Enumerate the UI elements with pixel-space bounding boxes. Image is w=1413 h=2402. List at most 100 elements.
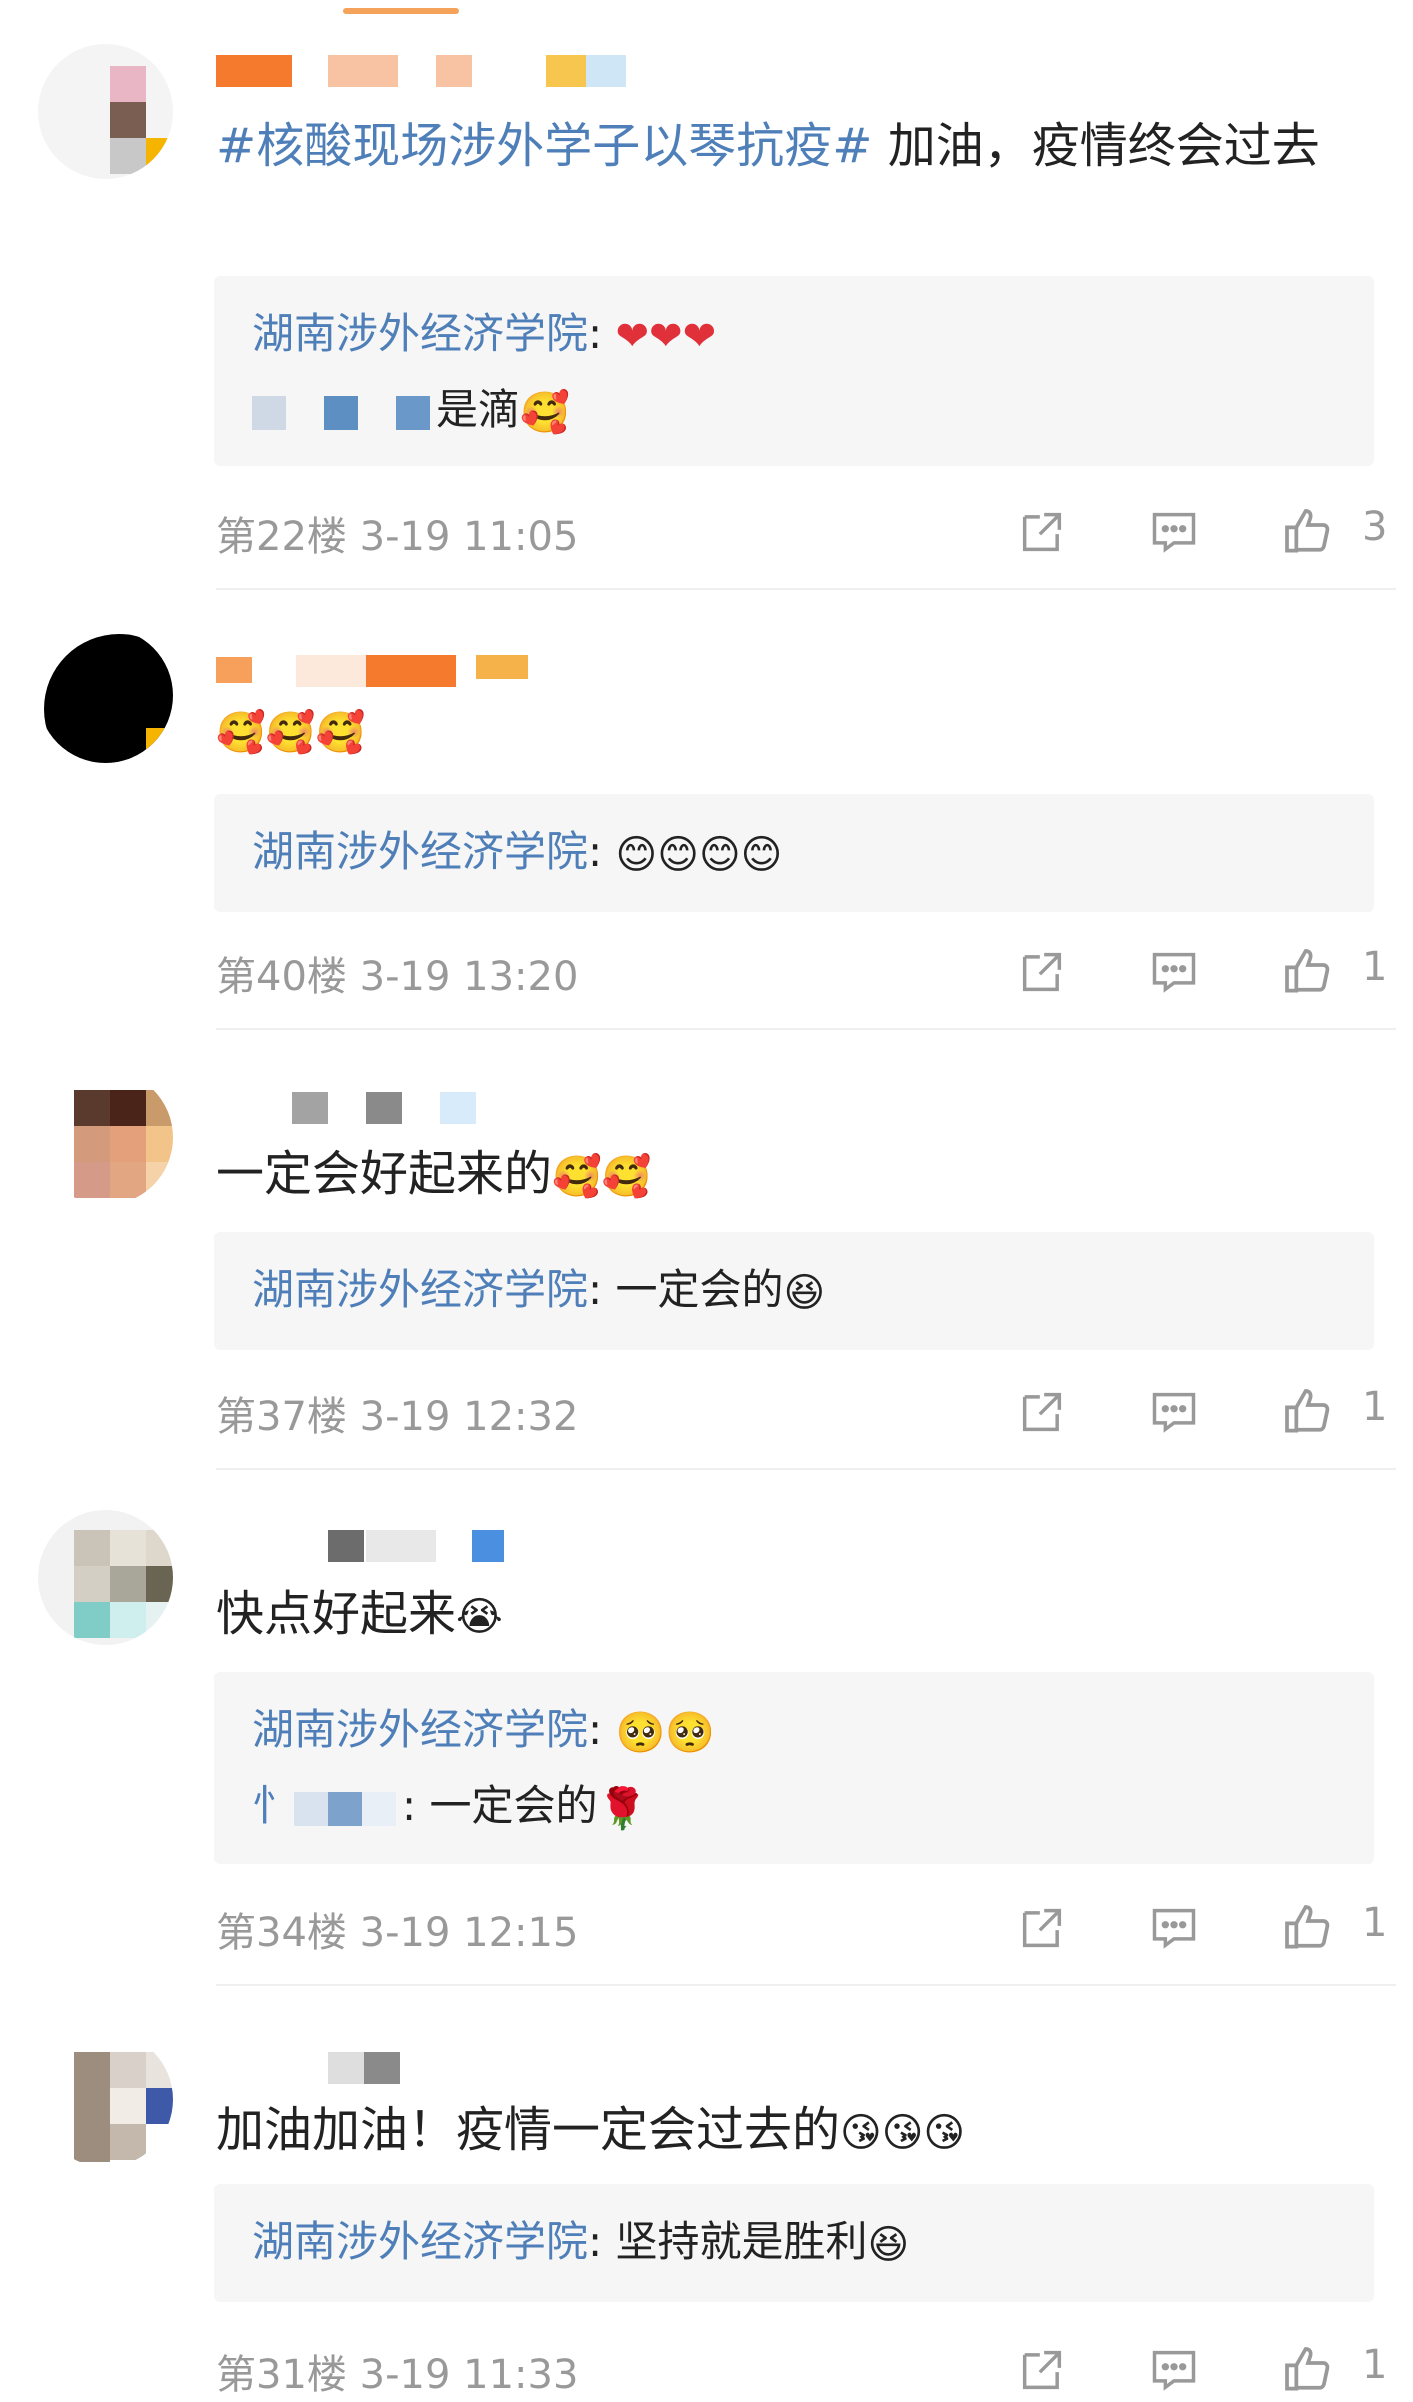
reply-line: 湖南涉外经济学院: 🥺🥺 bbox=[252, 1705, 716, 1756]
timestamp: 3-19 12:15 bbox=[359, 1910, 579, 1956]
floor-number: 第31楼 bbox=[216, 2352, 347, 2398]
comment-text: 加油加油！疫情一定会过去的😘😘😘 bbox=[216, 2102, 966, 2158]
thumbs-up-icon bbox=[1285, 509, 1330, 553]
reply-box[interactable]: 湖南涉外经济学院: 坚持就是胜利😆 bbox=[214, 2184, 1374, 2302]
reply-box[interactable]: 湖南涉外经济学院: ❤❤❤ 是滴🥰 bbox=[214, 276, 1374, 466]
like-button[interactable] bbox=[1276, 1896, 1340, 1960]
like-count: 1 bbox=[1362, 1900, 1388, 1946]
reply-box[interactable]: 湖南涉外经济学院: 😊😊😊😊 bbox=[214, 794, 1374, 912]
comment-button[interactable] bbox=[1142, 940, 1206, 1004]
avatar[interactable] bbox=[38, 44, 173, 179]
avatar[interactable] bbox=[38, 1510, 173, 1645]
avatar[interactable] bbox=[38, 2032, 173, 2167]
thumbs-up-icon bbox=[1285, 1905, 1330, 1949]
emoji: 😭 bbox=[456, 1594, 503, 1640]
comment-icon bbox=[1152, 952, 1196, 993]
comment-icon bbox=[1152, 1908, 1196, 1949]
share-icon bbox=[1022, 1392, 1062, 1432]
timestamp: 3-19 11:05 bbox=[359, 514, 579, 560]
emoji: 🌹 bbox=[597, 1785, 648, 1832]
share-icon bbox=[1022, 952, 1062, 992]
like-button[interactable] bbox=[1276, 940, 1340, 1004]
action-bar: 1 bbox=[1010, 2338, 1390, 2402]
scroll-indicator bbox=[343, 8, 459, 14]
thumbs-up-icon bbox=[1285, 2347, 1330, 2391]
divider bbox=[216, 1984, 1396, 1986]
floor-number: 第37楼 bbox=[216, 1394, 347, 1440]
emoji: 🥰 bbox=[265, 710, 316, 756]
reply-box[interactable]: 湖南涉外经济学院: 一定会的😆 bbox=[214, 1232, 1374, 1350]
reply-author[interactable]: 湖南涉外经济学院 bbox=[252, 1705, 588, 1754]
share-button[interactable] bbox=[1010, 1380, 1074, 1444]
thumbs-up-icon bbox=[1285, 1389, 1330, 1433]
reply-author[interactable]: 湖南涉外经济学院 bbox=[252, 1265, 588, 1314]
comment-meta: 第34楼 3-19 12:15 bbox=[216, 1900, 578, 1958]
username[interactable] bbox=[216, 1092, 516, 1128]
comment-icon bbox=[1152, 512, 1196, 553]
emoji: 😘 bbox=[840, 2110, 882, 2156]
reply-line: 湖南涉外经济学院: ❤❤❤ bbox=[252, 309, 717, 360]
comment-text: 快点好起来😭 bbox=[216, 1586, 503, 1642]
share-button[interactable] bbox=[1010, 500, 1074, 564]
like-button[interactable] bbox=[1276, 1380, 1340, 1444]
masked-name-block bbox=[324, 395, 358, 430]
emoji: 🥰 bbox=[601, 1154, 652, 1200]
reply-line: 湖南涉外经济学院: 坚持就是胜利😆 bbox=[252, 2217, 910, 2268]
emoji: 😘 bbox=[923, 2110, 966, 2156]
divider bbox=[216, 588, 1396, 590]
share-button[interactable] bbox=[1010, 940, 1074, 1004]
action-bar: 1 bbox=[1010, 940, 1390, 1004]
emoji: 🥰 bbox=[552, 1154, 602, 1200]
like-button[interactable] bbox=[1276, 2338, 1340, 2402]
masked-name-block bbox=[252, 395, 286, 430]
reply-line: 忄: 一定会的🌹 bbox=[252, 1781, 648, 1832]
action-bar: 1 bbox=[1010, 1896, 1390, 1960]
masked-name-block bbox=[294, 1791, 329, 1826]
like-count: 1 bbox=[1362, 944, 1388, 990]
reply-author[interactable]: 湖南涉外经济学院 bbox=[252, 827, 588, 876]
masked-name-block bbox=[328, 1791, 363, 1826]
comment-button[interactable] bbox=[1142, 1896, 1206, 1960]
emoji: 😊 bbox=[657, 831, 699, 878]
emoji: 😘 bbox=[881, 2110, 924, 2156]
masked-name-block bbox=[362, 1791, 397, 1826]
reply-mention[interactable]: 忄 bbox=[252, 1781, 294, 1830]
emoji: 🥺 bbox=[615, 1709, 666, 1756]
comment-button[interactable] bbox=[1142, 1380, 1206, 1444]
username[interactable] bbox=[216, 1530, 536, 1566]
timestamp: 3-19 12:32 bbox=[359, 1394, 579, 1440]
share-icon bbox=[1022, 512, 1062, 552]
emoji: 😊 bbox=[698, 831, 741, 878]
like-count: 1 bbox=[1362, 2342, 1388, 2388]
reply-line: 湖南涉外经济学院: 一定会的😆 bbox=[252, 1265, 826, 1316]
comment-button[interactable] bbox=[1142, 2338, 1206, 2402]
emoji: 😆 bbox=[783, 1269, 826, 1316]
comment-meta: 第40楼 3-19 13:20 bbox=[216, 944, 578, 1002]
comment-button[interactable] bbox=[1142, 500, 1206, 564]
emoji: 🥰 bbox=[216, 710, 266, 756]
avatar[interactable] bbox=[38, 628, 173, 763]
reply-box[interactable]: 湖南涉外经济学院: 🥺🥺 忄: 一定会的🌹 bbox=[214, 1672, 1374, 1864]
share-button[interactable] bbox=[1010, 1896, 1074, 1960]
heart-emoji: ❤ bbox=[615, 313, 650, 360]
action-bar: 3 bbox=[1010, 500, 1390, 564]
username[interactable] bbox=[216, 2052, 416, 2088]
avatar[interactable] bbox=[38, 1070, 173, 1205]
emoji: 🥰 bbox=[520, 389, 570, 436]
topic-link[interactable]: #核酸现场涉外学子以琴抗疫# bbox=[216, 118, 872, 174]
comment-icon bbox=[1152, 1392, 1196, 1433]
share-icon bbox=[1022, 1908, 1062, 1948]
divider bbox=[216, 1468, 1396, 1470]
username[interactable] bbox=[216, 55, 696, 91]
comment-text: #核酸现场涉外学子以琴抗疫# 加油，疫情终会过去 bbox=[216, 118, 1320, 174]
comment-meta: 第22楼 3-19 11:05 bbox=[216, 504, 578, 562]
share-button[interactable] bbox=[1010, 2338, 1074, 2402]
reply-author[interactable]: 湖南涉外经济学院 bbox=[252, 2217, 588, 2266]
comment-feed: #核酸现场涉外学子以琴抗疫# 加油，疫情终会过去 湖南涉外经济学院: ❤❤❤ 是… bbox=[0, 0, 1413, 2398]
share-icon bbox=[1022, 2350, 1062, 2390]
thumbs-up-icon bbox=[1285, 949, 1330, 993]
like-button[interactable] bbox=[1276, 500, 1340, 564]
floor-number: 第40楼 bbox=[216, 954, 347, 1000]
username[interactable] bbox=[216, 655, 536, 691]
reply-author[interactable]: 湖南涉外经济学院 bbox=[252, 309, 588, 358]
